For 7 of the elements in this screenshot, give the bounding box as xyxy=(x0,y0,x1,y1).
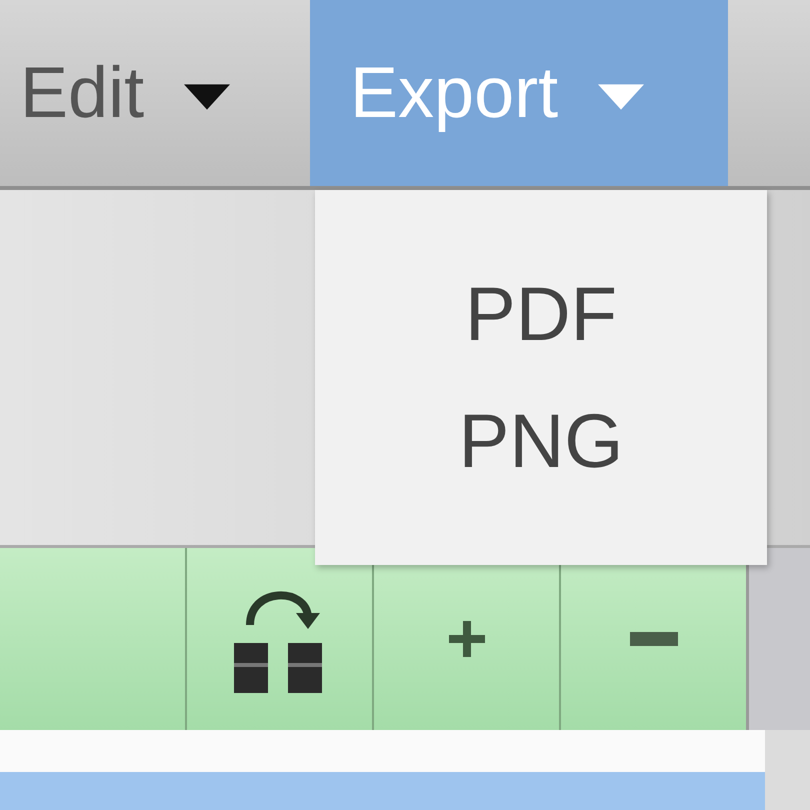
caret-icon xyxy=(184,84,230,110)
plus-icon xyxy=(446,619,486,659)
menu-item[interactable]: PDF xyxy=(455,270,627,358)
caret-icon xyxy=(598,84,644,110)
menu[interactable]: Edit xyxy=(0,0,270,186)
minus-icon xyxy=(630,632,678,646)
menu-item[interactable]: PNG xyxy=(448,398,634,484)
